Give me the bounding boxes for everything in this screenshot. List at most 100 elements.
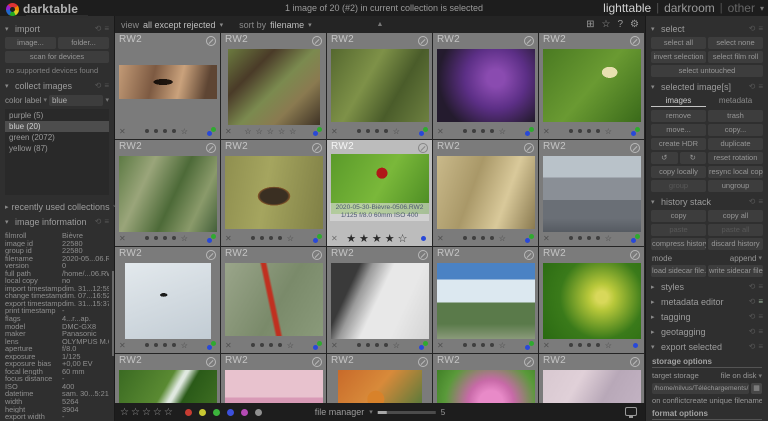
invert-selection-button[interactable]: invert selection (651, 51, 706, 63)
layout-mode-caret-icon[interactable]: ▾ (369, 408, 373, 416)
reset-icon[interactable]: ⟲ (749, 327, 756, 336)
rotate-cw-button[interactable]: ↻ (680, 152, 707, 164)
views-caret-icon[interactable]: ▾ (760, 4, 764, 13)
rating-filter-star-icon[interactable]: ☆ (164, 407, 173, 418)
reset-icon[interactable]: ⟲ (749, 282, 756, 291)
panel-header-icons[interactable]: ⟲≡ (749, 312, 763, 321)
reset-icon[interactable]: ⟲ (749, 297, 756, 306)
target-storage-select[interactable]: file on disk (721, 371, 757, 380)
collapse-icon[interactable]: ▸ (651, 313, 658, 321)
group-icon[interactable] (206, 36, 216, 46)
reject-icon[interactable]: ✕ (225, 341, 232, 350)
panel-header-icons[interactable]: ⟲≡ (749, 82, 763, 91)
view-filter-select[interactable]: all except rejected (143, 20, 216, 30)
history-paste-all-button[interactable]: paste all (708, 224, 763, 236)
panel-header-icons[interactable]: ⟲≡ (749, 197, 763, 206)
rating-filter-star-icon[interactable]: ☆ (120, 407, 129, 418)
star-rating[interactable]: ☆ (357, 341, 400, 350)
collect-images-panel-header[interactable]: ▾ collect images ⟲≡ (0, 78, 114, 93)
sort-select[interactable]: filename (270, 20, 304, 30)
preferences-gear-icon[interactable]: ⚙ (630, 20, 639, 30)
group-icon[interactable] (524, 250, 534, 260)
presets-menu-icon[interactable]: ≡ (758, 312, 763, 321)
reject-icon[interactable]: ✕ (543, 127, 550, 136)
view-darkroom[interactable]: darkroom (664, 1, 715, 15)
tagging-panel-header[interactable]: ▸ tagging ⟲≡ (646, 309, 768, 324)
reject-icon[interactable]: ✕ (331, 127, 338, 136)
star-rating[interactable]: ☆ (251, 341, 294, 350)
import-folder-button[interactable]: folder... (58, 37, 109, 49)
copy-button[interactable]: copy... (708, 124, 763, 136)
presets-menu-icon[interactable]: ≡ (758, 82, 763, 91)
thumbnail-green-foliage[interactable]: RW2 ✕ ☆☆☆☆☆ (115, 354, 221, 403)
rating-filter-star-icon[interactable]: ☆ (142, 407, 151, 418)
reject-icon[interactable]: ✕ (119, 234, 126, 243)
panel-header-icons[interactable]: ⟲≡ (749, 297, 763, 306)
reset-icon[interactable]: ⟲ (95, 24, 102, 33)
rotate-ccw-button[interactable]: ↺ (651, 152, 678, 164)
rule-field-select[interactable]: color label (5, 96, 41, 105)
group-icon[interactable] (312, 143, 322, 153)
on-conflict-select[interactable]: create unique filename (686, 396, 762, 405)
reject-icon[interactable]: ✕ (225, 127, 232, 136)
thumbnail-pale-pink-flowers[interactable]: RW2 ✕ ☆☆☆☆☆ (539, 354, 645, 403)
recent-collections-panel-header[interactable]: ▸ recently used collections ⟲≡ (0, 199, 114, 214)
color-label-button-gray[interactable] (255, 409, 262, 416)
group-icon[interactable] (206, 143, 216, 153)
group-icon[interactable] (630, 250, 640, 260)
group-icon[interactable] (418, 250, 428, 260)
star-rating[interactable]: ☆ (251, 234, 294, 243)
panel-header-icons[interactable]: ⟲≡ (95, 24, 109, 33)
export-panel-header[interactable]: ▾ export selected ⟲≡ (646, 339, 768, 354)
select-film-roll-button[interactable]: select film roll (708, 51, 763, 63)
select-all-button[interactable]: select all (651, 37, 706, 49)
add-rule-caret-icon[interactable]: ▾ (105, 96, 109, 104)
collapse-icon[interactable]: ▾ (5, 25, 12, 33)
move-button[interactable]: move... (651, 124, 706, 136)
collect-item-blue[interactable]: blue (20) (5, 121, 109, 132)
tab-images[interactable]: images (651, 95, 706, 107)
collapse-icon[interactable]: ▾ (5, 218, 12, 226)
group-icon[interactable] (524, 36, 534, 46)
color-label-button-blue[interactable] (227, 409, 234, 416)
history-stack-panel-header[interactable]: ▾ history stack ⟲≡ (646, 194, 768, 209)
panel-header-icons[interactable]: ⟲≡ (749, 24, 763, 33)
styles-panel-header[interactable]: ▸ styles ⟲≡ (646, 279, 768, 294)
collapse-icon[interactable]: ▸ (651, 298, 658, 306)
group-icon[interactable] (630, 357, 640, 367)
star-rating[interactable]: ☆ (463, 341, 506, 350)
history-copy-all-button[interactable]: copy all (708, 210, 763, 222)
collapse-icon[interactable]: ▸ (5, 203, 9, 211)
star-rating[interactable]: ☆ (569, 127, 612, 136)
thumbnail-purple-iris[interactable]: RW2 ✕ ☆ (433, 33, 539, 140)
reset-icon[interactable]: ⟲ (749, 24, 756, 33)
reject-icon[interactable]: ✕ (225, 234, 232, 243)
export-path-input[interactable]: /home/nilvus/Téléchargements/m (652, 383, 749, 394)
group-icon[interactable] (524, 357, 534, 367)
panel-header-icons[interactable]: ⟲≡ (95, 217, 109, 226)
compress-history-button[interactable]: compress history (651, 238, 706, 250)
select-untouched-button[interactable]: select untouched (651, 65, 763, 77)
collapse-icon[interactable]: ▾ (651, 343, 658, 351)
target-caret-icon[interactable]: ▾ (758, 372, 762, 380)
reset-icon[interactable]: ⟲ (749, 312, 756, 321)
mode-caret-icon[interactable]: ▾ (758, 254, 762, 262)
discard-history-button[interactable]: discard history (708, 238, 763, 250)
group-icon[interactable] (524, 143, 534, 153)
thumbnail-bird-over-cliff[interactable]: RW2 ✕ ☆ (115, 33, 221, 140)
tab-metadata[interactable]: metadata (708, 95, 763, 107)
reset-icon[interactable]: ⟲ (749, 342, 756, 351)
reject-icon[interactable]: ✕ (331, 341, 338, 350)
panel-header-icons[interactable]: ⟲≡ (749, 342, 763, 351)
group-icon[interactable] (418, 357, 428, 367)
reset-rotation-button[interactable]: reset rotation (708, 152, 763, 164)
thumbnail-duck-in-water[interactable]: RW2 ✕ ☆ (221, 140, 327, 247)
group-icon[interactable] (312, 357, 322, 367)
star-rating[interactable]: ☆ (569, 341, 612, 350)
thumbnail-yellow-orchid[interactable]: RW2 ✕ ☆ (539, 247, 645, 354)
selected-images-panel-header[interactable]: ▾ selected image[s] ⟲≡ (646, 79, 768, 94)
collapse-icon[interactable]: ▾ (651, 83, 658, 91)
star-rating[interactable]: ☆ (569, 234, 612, 243)
presets-menu-icon[interactable]: ≡ (758, 297, 763, 306)
rule-field-caret-icon[interactable]: ▾ (43, 96, 47, 104)
